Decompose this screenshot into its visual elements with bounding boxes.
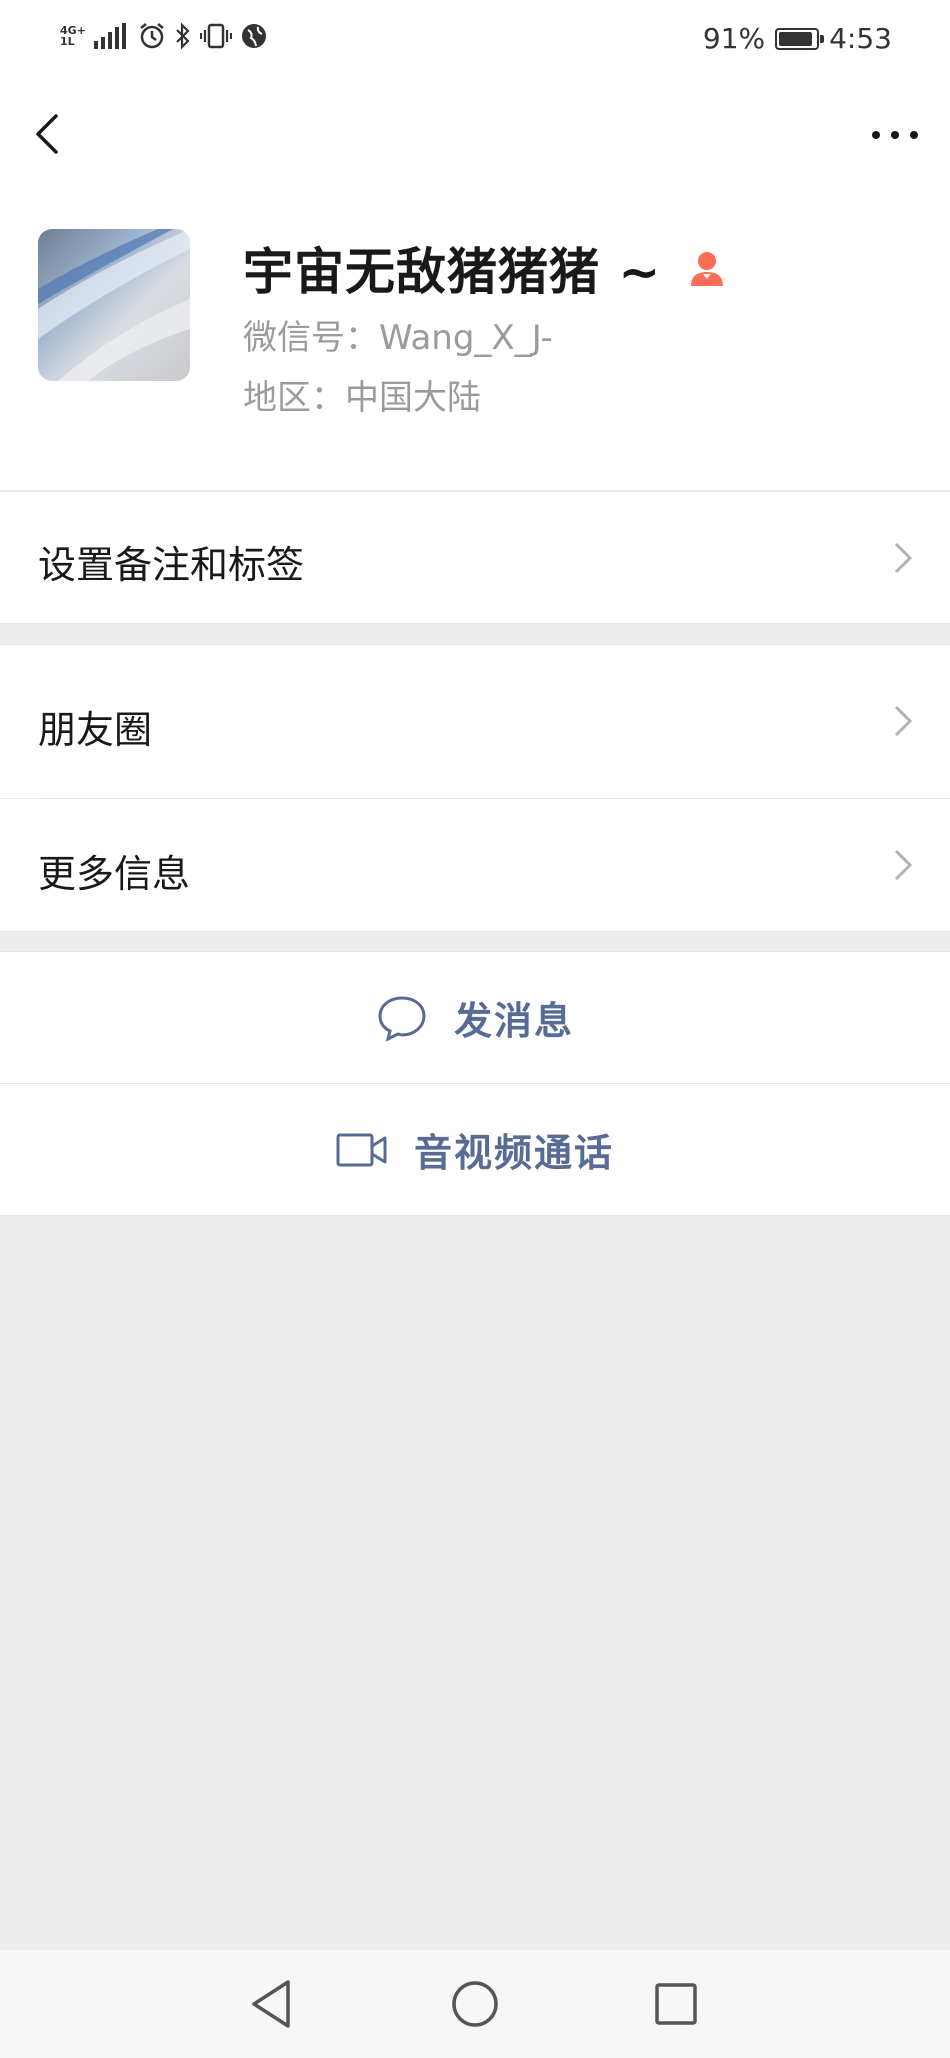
divider	[38, 798, 950, 799]
status-left: 4G+ 1L	[60, 22, 268, 50]
send-message-button[interactable]: 发消息	[0, 952, 950, 1083]
moments-label: 朋友圈	[38, 708, 153, 752]
chevron-right-icon	[894, 849, 913, 881]
system-nav-bar	[0, 1950, 950, 2058]
nickname-text: 宇宙无敌猪猪猪 ~	[243, 243, 662, 301]
vibrate-icon	[199, 23, 232, 49]
video-call-button[interactable]: 音视频通话	[0, 1084, 950, 1215]
divider	[0, 1215, 950, 1216]
signal-icon	[93, 23, 126, 49]
chevron-right-icon	[894, 542, 913, 574]
chat-bubble-icon	[378, 995, 426, 1042]
remark-tags-label: 设置备注和标签	[38, 543, 305, 587]
nickname: 宇宙无敌猪猪猪 ~	[243, 232, 727, 304]
more-info-row[interactable]: 更多信息	[0, 799, 950, 931]
battery-fill	[779, 31, 813, 46]
remark-tags-row[interactable]: 设置备注和标签	[0, 492, 950, 623]
divider	[0, 931, 950, 932]
wechat-id: 微信号：Wang_X_J-	[243, 318, 553, 358]
chevron-right-icon	[894, 705, 913, 737]
more-info-label: 更多信息	[38, 852, 191, 896]
video-call-label: 音视频通话	[413, 1131, 614, 1175]
bluetooth-icon	[176, 22, 190, 50]
battery-percent: 91%	[702, 22, 766, 55]
divider	[0, 623, 950, 624]
circle-home-icon[interactable]	[443, 1972, 507, 2036]
send-message-label: 发消息	[453, 999, 574, 1043]
video-camera-icon	[336, 1133, 387, 1166]
network-bottom-label: 1L	[60, 35, 75, 48]
clock: 4:53	[829, 22, 892, 55]
moments-row[interactable]: 朋友圈	[0, 645, 950, 798]
chevron-left-icon[interactable]	[26, 108, 70, 160]
globe-icon	[241, 24, 266, 48]
avatar[interactable]	[38, 229, 190, 381]
status-right: 91% 4:53	[703, 22, 892, 55]
battery-icon	[775, 27, 825, 50]
alarm-icon	[140, 23, 164, 49]
network-type: 4G+ 1L	[60, 25, 86, 47]
region: 地区：中国大陆	[243, 378, 481, 418]
square-recent-icon[interactable]	[644, 1972, 708, 2036]
more-dots-icon[interactable]	[870, 118, 920, 152]
status-bar: 4G+ 1L 91% 4:53	[0, 0, 950, 78]
female-user-icon	[691, 252, 724, 286]
triangle-back-icon[interactable]	[240, 1972, 304, 2036]
